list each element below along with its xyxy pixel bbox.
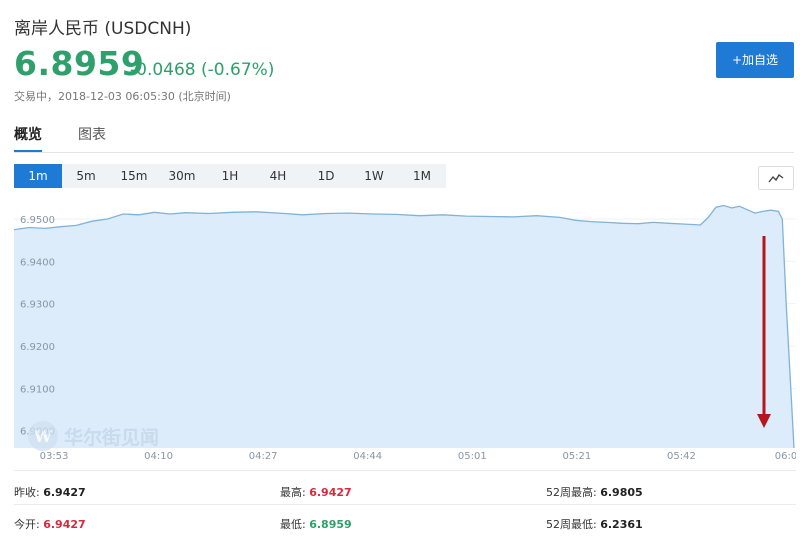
range-1mo[interactable]: 1M [398, 164, 446, 188]
x-tick-label: 05:42 [667, 451, 696, 462]
stat-prev-close: 昨收: 6.9427 [14, 484, 86, 500]
range-4h[interactable]: 4H [254, 164, 302, 188]
svg-text:W: W [33, 427, 53, 446]
tab-overview[interactable]: 概览 [14, 124, 42, 152]
y-tick-label: 6.9300 [20, 300, 55, 311]
range-1h[interactable]: 1H [206, 164, 254, 188]
stat-52w-high-value: 6.9805 [600, 486, 643, 499]
line-chart-icon [768, 173, 784, 183]
stat-high-value: 6.9427 [309, 486, 352, 499]
range-5m[interactable]: 5m [62, 164, 110, 188]
stats-top-divider [14, 470, 796, 471]
y-tick-label: 6.9500 [20, 215, 55, 226]
tab-chart[interactable]: 图表 [78, 124, 106, 150]
stat-52w-high-label: 52周最高: [546, 486, 597, 499]
page-title: 离岸人民币 (USDCNH) [14, 19, 192, 39]
stat-high-label: 最高: [280, 486, 306, 499]
current-price: 6.8959 [14, 44, 145, 83]
tab-bar: 概览 图表 [14, 124, 794, 153]
x-tick-label: 05:21 [562, 451, 591, 462]
x-tick-label: 04:27 [249, 451, 278, 462]
x-tick-label: 05:01 [458, 451, 487, 462]
stat-52w-high: 52周最高: 6.9805 [546, 484, 643, 500]
range-1w[interactable]: 1W [350, 164, 398, 188]
stat-open-value: 6.9427 [43, 518, 86, 531]
stat-52w-low: 52周最低: 6.2361 [546, 516, 643, 532]
range-1d[interactable]: 1D [302, 164, 350, 188]
stats-mid-divider [14, 504, 796, 505]
watermark-text: 华尔街见闻 [64, 426, 160, 449]
y-tick-label: 6.9200 [20, 342, 55, 353]
watermark-logo-icon: W [28, 421, 58, 451]
stat-prev-close-label: 昨收: [14, 486, 40, 499]
stat-open: 今开: 6.9427 [14, 516, 86, 532]
price-change: -0.0468 (-0.67%) [130, 60, 275, 80]
chart-type-toggle[interactable] [758, 166, 794, 190]
stat-low-label: 最低: [280, 518, 306, 531]
stat-open-label: 今开: [14, 518, 40, 531]
price-area [14, 205, 794, 448]
stat-low-value: 6.8959 [309, 518, 352, 531]
x-tick-label: 06:0 [775, 451, 796, 462]
range-1m[interactable]: 1m [14, 164, 62, 188]
stat-low: 最低: 6.8959 [280, 516, 352, 532]
stat-prev-close-value: 6.9427 [43, 486, 86, 499]
trading-status: 交易中，2018-12-03 06:05:30 (北京时间) [14, 90, 231, 103]
stat-52w-low-label: 52周最低: [546, 518, 597, 531]
y-tick-label: 6.9400 [20, 257, 55, 268]
stat-52w-low-value: 6.2361 [600, 518, 643, 531]
y-tick-label: 6.9100 [20, 384, 55, 395]
watermark: W 华尔街见闻 [28, 418, 159, 454]
range-15m[interactable]: 15m [110, 164, 158, 188]
stat-high: 最高: 6.9427 [280, 484, 352, 500]
x-tick-label: 04:44 [353, 451, 382, 462]
time-range-selector: 1m 5m 15m 30m 1H 4H 1D 1W 1M [14, 164, 446, 188]
range-30m[interactable]: 30m [158, 164, 206, 188]
add-to-watchlist-button[interactable]: +加自选 [716, 42, 794, 78]
